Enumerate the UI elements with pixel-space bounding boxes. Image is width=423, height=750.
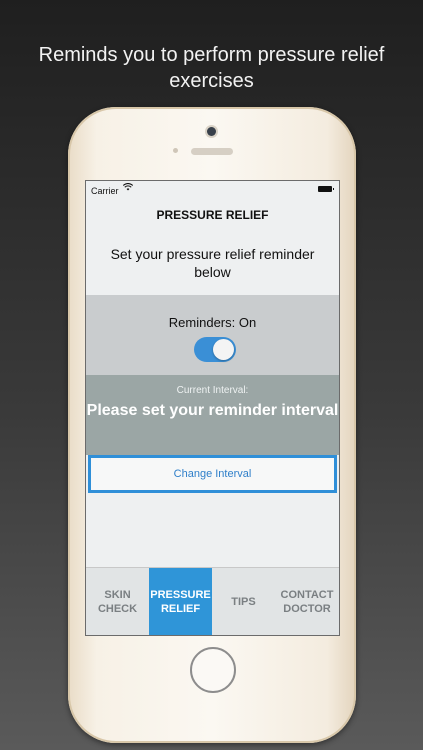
tab-skin-check[interactable]: SKIN CHECK [86,568,149,635]
app-screen: Carrier PRESSURE RELIEF Set your pressur… [85,180,340,636]
status-bar: Carrier [86,181,339,201]
promo-caption: Reminds you to perform pressure relief e… [0,42,423,94]
earpiece-speaker [191,148,233,155]
reminders-label: Reminders: On [168,315,257,330]
tab-label: PRESSURE RELIEF [150,589,211,615]
battery-icon [318,186,334,192]
home-button[interactable] [190,647,236,693]
tab-label: SKIN CHECK [97,589,138,615]
phone-frame: Carrier PRESSURE RELIEF Set your pressur… [68,107,356,743]
caption-line-1: Reminds you to perform pressure relief [38,44,385,66]
toggle-knob [213,339,234,360]
tab-contact-doctor[interactable]: CONTACT DOCTOR [275,568,339,635]
reminders-panel: Reminders: On [86,295,339,375]
interval-label: Current Interval: [176,385,249,396]
reminders-toggle[interactable] [194,337,236,362]
change-interval-button[interactable]: Change Interval [88,455,337,493]
page-subtitle: Set your pressure relief reminder below [110,246,315,280]
caption-line-2: exercises [169,70,254,92]
tab-label: TIPS [231,596,256,608]
interval-panel: Current Interval: Please set your remind… [86,375,339,455]
tab-label: CONTACT DOCTOR [280,589,334,615]
interval-value: Please set your reminder interval [86,402,339,419]
tab-pressure-relief[interactable]: PRESSURE RELIEF [149,568,212,635]
tab-bar: SKIN CHECK PRESSURE RELIEF TIPS CONTACT … [86,567,339,635]
wifi-icon [122,183,134,194]
tab-tips[interactable]: TIPS [212,568,275,635]
proximity-sensor [173,148,178,153]
page-title: PRESSURE RELIEF [156,208,269,222]
front-camera [207,127,216,136]
carrier-label: Carrier [91,186,119,196]
